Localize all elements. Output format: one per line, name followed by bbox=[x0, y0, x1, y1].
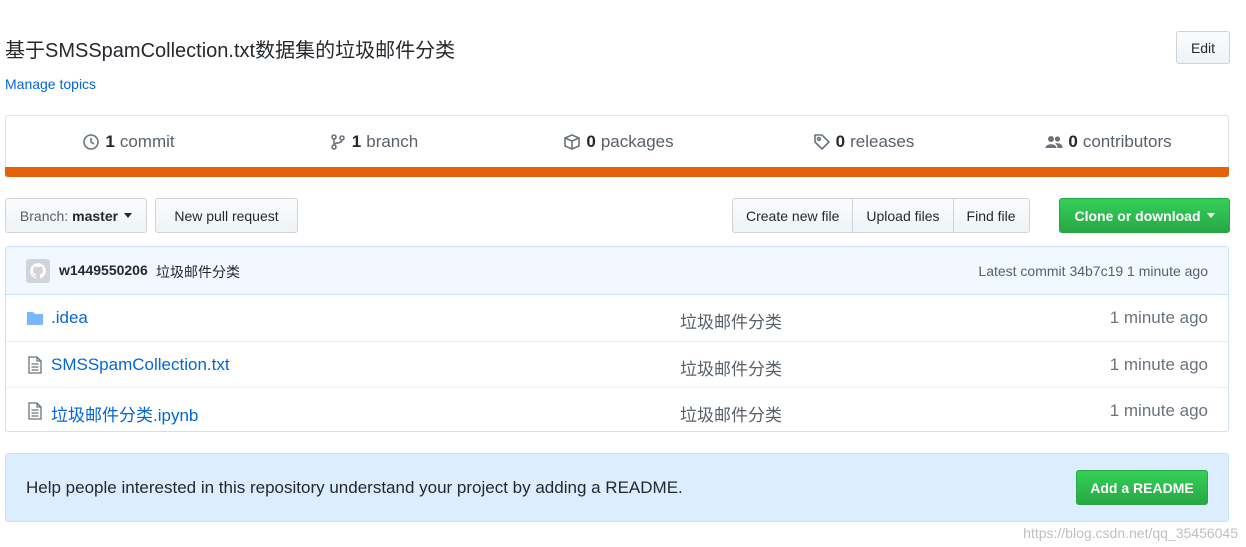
file-age: 1 minute ago bbox=[1109, 401, 1208, 420]
add-readme-button[interactable]: Add a README bbox=[1076, 470, 1208, 505]
chevron-down-icon bbox=[1206, 213, 1215, 218]
commit-age: 1 minute ago bbox=[1127, 263, 1208, 279]
file-commit-message[interactable]: 垃圾邮件分类 bbox=[680, 308, 782, 333]
table-row: SMSSpamCollection.txt 垃圾邮件分类 1 minute ag… bbox=[6, 341, 1228, 387]
readme-prompt-text: Help people interested in this repositor… bbox=[26, 478, 683, 497]
clone-or-download-label: Clone or download bbox=[1074, 207, 1201, 224]
branches-label: branch bbox=[366, 132, 419, 151]
repo-description: 基于SMSSpamCollection.txt数据集的垃圾邮件分类 bbox=[5, 40, 456, 62]
releases-label: releases bbox=[850, 132, 915, 151]
latest-commit-bar: w1449550206 垃圾邮件分类 Latest commit 34b7c19… bbox=[6, 247, 1228, 295]
file-actions-group: Create new file Upload files Find file bbox=[732, 198, 1030, 233]
chevron-down-icon bbox=[124, 213, 133, 218]
branch-select-button[interactable]: Branch: master bbox=[5, 198, 147, 233]
edit-description-button[interactable]: Edit bbox=[1176, 31, 1230, 64]
file-commit-message[interactable]: 垃圾邮件分类 bbox=[680, 401, 782, 426]
table-row: .idea 垃圾邮件分类 1 minute ago bbox=[6, 295, 1228, 341]
manage-topics-link[interactable]: Manage topics bbox=[5, 76, 96, 92]
file-name-link[interactable]: .idea bbox=[51, 308, 88, 328]
file-commit-message[interactable]: 垃圾邮件分类 bbox=[680, 355, 782, 380]
packages-count: 0 bbox=[586, 132, 596, 151]
file-age: 1 minute ago bbox=[1109, 308, 1208, 327]
file-age: 1 minute ago bbox=[1109, 355, 1208, 374]
commit-author[interactable]: w1449550206 bbox=[59, 262, 148, 278]
new-pull-request-button[interactable]: New pull request bbox=[155, 198, 298, 233]
commits-count: 1 bbox=[105, 132, 115, 151]
commits-link[interactable]: 1 commit bbox=[6, 116, 251, 168]
history-icon bbox=[83, 134, 100, 150]
latest-commit-meta: Latest commit 34b7c19 1 minute ago bbox=[978, 263, 1208, 279]
branch-select-label: Branch: bbox=[19, 207, 69, 224]
readme-prompt-box: Help people interested in this repositor… bbox=[5, 453, 1229, 522]
file-name-link[interactable]: 垃圾邮件分类.ipynb bbox=[51, 401, 198, 426]
clone-or-download-button[interactable]: Clone or download bbox=[1059, 198, 1230, 233]
commits-label: commit bbox=[119, 132, 175, 151]
tag-icon bbox=[813, 134, 830, 151]
create-new-file-button[interactable]: Create new file bbox=[732, 198, 854, 233]
packages-link[interactable]: 0 packages bbox=[496, 116, 741, 168]
github-avatar-icon bbox=[30, 263, 46, 279]
contributors-link[interactable]: 0 contributors bbox=[986, 116, 1231, 168]
avatar[interactable] bbox=[26, 259, 50, 283]
file-text-icon bbox=[28, 402, 42, 420]
table-row: 垃圾邮件分类.ipynb 垃圾邮件分类 1 minute ago bbox=[6, 387, 1228, 431]
contributors-count: 0 bbox=[1068, 132, 1078, 151]
releases-count: 0 bbox=[835, 132, 846, 151]
folder-icon bbox=[27, 312, 43, 325]
language-bar[interactable] bbox=[5, 167, 1229, 177]
find-file-button[interactable]: Find file bbox=[952, 198, 1030, 233]
file-list: w1449550206 垃圾邮件分类 Latest commit 34b7c19… bbox=[5, 246, 1229, 432]
package-icon bbox=[564, 134, 581, 150]
branches-count: 1 bbox=[351, 132, 362, 151]
packages-label: packages bbox=[600, 132, 674, 151]
latest-commit-label: Latest commit bbox=[978, 263, 1066, 279]
file-name-link[interactable]: SMSSpamCollection.txt bbox=[51, 355, 230, 375]
contributors-label: contributors bbox=[1082, 132, 1172, 151]
git-branch-icon bbox=[330, 134, 345, 150]
commit-message[interactable]: 垃圾邮件分类 bbox=[156, 262, 240, 282]
watermark: https://blog.csdn.net/qq_35456045 bbox=[1023, 525, 1238, 541]
releases-link[interactable]: 0 releases bbox=[741, 116, 986, 168]
commit-sha[interactable]: 34b7c19 bbox=[1069, 263, 1123, 279]
branches-link[interactable]: 1 branch bbox=[251, 116, 496, 168]
file-text-icon bbox=[28, 356, 42, 374]
branch-select-value: master bbox=[72, 207, 119, 224]
upload-files-button[interactable]: Upload files bbox=[852, 198, 954, 233]
people-icon bbox=[1045, 136, 1063, 148]
